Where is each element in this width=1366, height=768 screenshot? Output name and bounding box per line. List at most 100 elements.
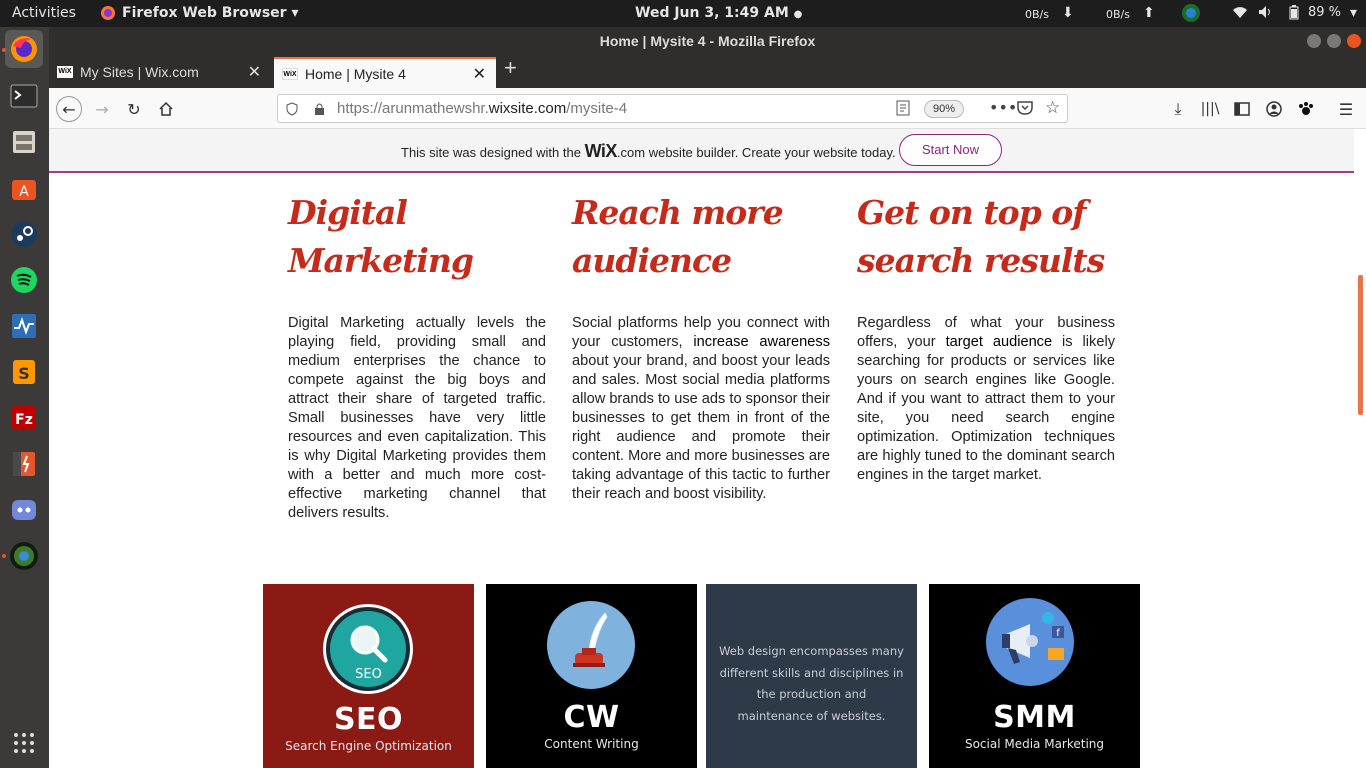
arrow-left-icon: ← [62,99,76,119]
card-web-design[interactable]: Web design encompasses many different sk… [706,584,917,768]
wix-favicon-icon: WiX [57,66,73,78]
wix-promo-banner: This site was designed with the WiX.com … [49,129,1354,173]
home-button[interactable] [153,96,179,122]
forward-button[interactable]: → [89,96,115,122]
close-tab-icon[interactable]: ✕ [248,62,261,82]
card-subtitle: Content Writing [544,737,639,751]
back-button[interactable]: ← [56,96,82,122]
upload-arrow-icon: ⬆ [1143,5,1155,21]
volume-icon[interactable] [1258,5,1274,23]
tab-home-mysite[interactable]: WiX Home | Mysite 4 ✕ [274,57,496,88]
close-tab-icon[interactable]: ✕ [473,64,486,84]
svg-text:A: A [19,184,29,200]
dock-spotify[interactable] [5,261,43,299]
tab-label: Home | Mysite 4 [305,66,406,82]
zoom-indicator[interactable]: 90% [924,100,964,118]
svg-text:f: f [1056,628,1060,639]
tab-label: My Sites | Wix.com [80,64,199,80]
wix-banner-text: This site was designed with the WiX.com … [401,141,896,162]
bookmark-star-icon[interactable]: ☆ [1045,98,1060,118]
notification-dot-icon: ● [793,9,803,20]
start-now-button[interactable]: Start Now [899,134,1002,166]
activities-button[interactable]: Activities [12,5,76,21]
maximize-button[interactable] [1327,34,1341,48]
reload-icon: ↻ [127,99,141,119]
plus-icon: + [504,55,517,80]
file-cabinet-icon [13,131,35,153]
pocket-icon[interactable] [1017,100,1033,119]
minimize-button[interactable] [1307,34,1321,48]
download-arrow-icon: ⬇ [1062,5,1074,21]
clock[interactable]: Wed Jun 3, 1:49 AM ● [635,5,802,21]
heading-line1: Reach more [572,193,784,232]
app-menu[interactable]: Firefox Web Browser ▾ [122,5,298,21]
banner-text-after: website builder. Create your website tod… [648,145,896,160]
downloads-button[interactable]: ⤓ [1165,96,1191,122]
new-tab-button[interactable]: + [504,55,534,86]
dock-system-monitor[interactable] [5,307,43,345]
url-path: /mysite-4 [566,100,628,117]
wifi-icon[interactable] [1232,5,1248,23]
card-content-writing[interactable]: CW Content Writing [486,584,697,768]
reader-view-icon[interactable] [896,100,910,120]
heading-line2: Marketing [288,241,474,280]
tab-my-sites[interactable]: WiX My Sites | Wix.com ✕ [49,57,271,88]
system-monitor-icon [12,314,36,338]
spotify-icon [11,267,37,293]
app-menu-label: Firefox Web Browser [122,5,287,21]
body-highlight: target audience [945,334,1053,350]
page-scrollbar[interactable] [1358,275,1363,415]
wix-logo-suffix: .com [616,145,646,160]
wix-favicon-icon: WiX [282,68,298,80]
filezilla-icon: Fz [12,406,36,430]
column-digital-marketing: Digital Marketing Digital Marketing actua… [288,189,546,523]
column-heading: Reach more audience [572,189,830,292]
card-subtitle: Search Engine Optimization [285,739,452,753]
column-body: Regardless of what your business offers,… [857,314,1115,485]
launcher-dock: A S Fz [0,27,49,768]
lock-icon[interactable] [314,101,325,120]
sidebar-button[interactable] [1229,96,1255,122]
open-menu-button[interactable]: ☰ [1333,96,1359,122]
account-button[interactable] [1261,96,1287,122]
dock-files[interactable] [5,123,43,161]
quill-ink-icon [547,601,635,689]
dock-discord[interactable] [5,491,43,529]
dock-terminal[interactable] [5,77,43,115]
dock-git-client[interactable] [5,445,43,483]
battery-icon[interactable] [1289,5,1299,24]
banner-text-before: This site was designed with the [401,145,581,160]
battery-percentage: 89 % [1308,5,1342,20]
card-subtitle: Social Media Marketing [964,737,1105,751]
discord-icon [12,500,36,520]
dock-sublime[interactable]: S [5,353,43,391]
card-title: CW [563,700,620,735]
firefox-app-icon [100,5,116,25]
reload-button[interactable]: ↻ [121,96,147,122]
system-menu-caret-icon[interactable]: ▾ [1350,5,1357,21]
card-smm[interactable]: f SMM Social Media Marketing [929,584,1140,768]
shield-icon[interactable] [286,101,298,120]
dock-vpn[interactable] [5,537,43,575]
url-bar[interactable]: https://arunmathewshr.wixsite.com/mysite… [277,94,1068,123]
dock-firefox[interactable] [5,30,43,68]
extension-button[interactable] [1293,96,1319,122]
column-heading: Digital Marketing [288,189,546,292]
body-text: is likely searching for products or serv… [857,334,1115,483]
window-title-bar: Home | Mysite 4 - Mozilla Firefox [49,27,1366,55]
clock-label: Wed Jun 3, 1:49 AM [635,5,789,21]
dock-steam[interactable] [5,215,43,253]
wix-logo: WiX [584,141,618,161]
dock-filezilla[interactable]: Fz [5,399,43,437]
close-window-button[interactable] [1347,34,1361,48]
download-icon: ⤓ [1174,99,1182,118]
globe-indicator-icon[interactable] [1181,3,1201,27]
page-actions-icon[interactable]: ••• [989,98,1017,117]
dock-software[interactable]: A [5,169,43,207]
card-seo[interactable]: SEO SEO Search Engine Optimization [263,584,474,768]
navigation-toolbar: ← → ↻ https://arunmathewshr.wixsite.com/… [49,88,1366,129]
library-button[interactable]: |||\ [1197,96,1223,122]
url-prefix: https://arunmathewshr. [337,100,489,117]
show-applications-button[interactable] [5,724,43,762]
running-indicator [2,48,6,52]
